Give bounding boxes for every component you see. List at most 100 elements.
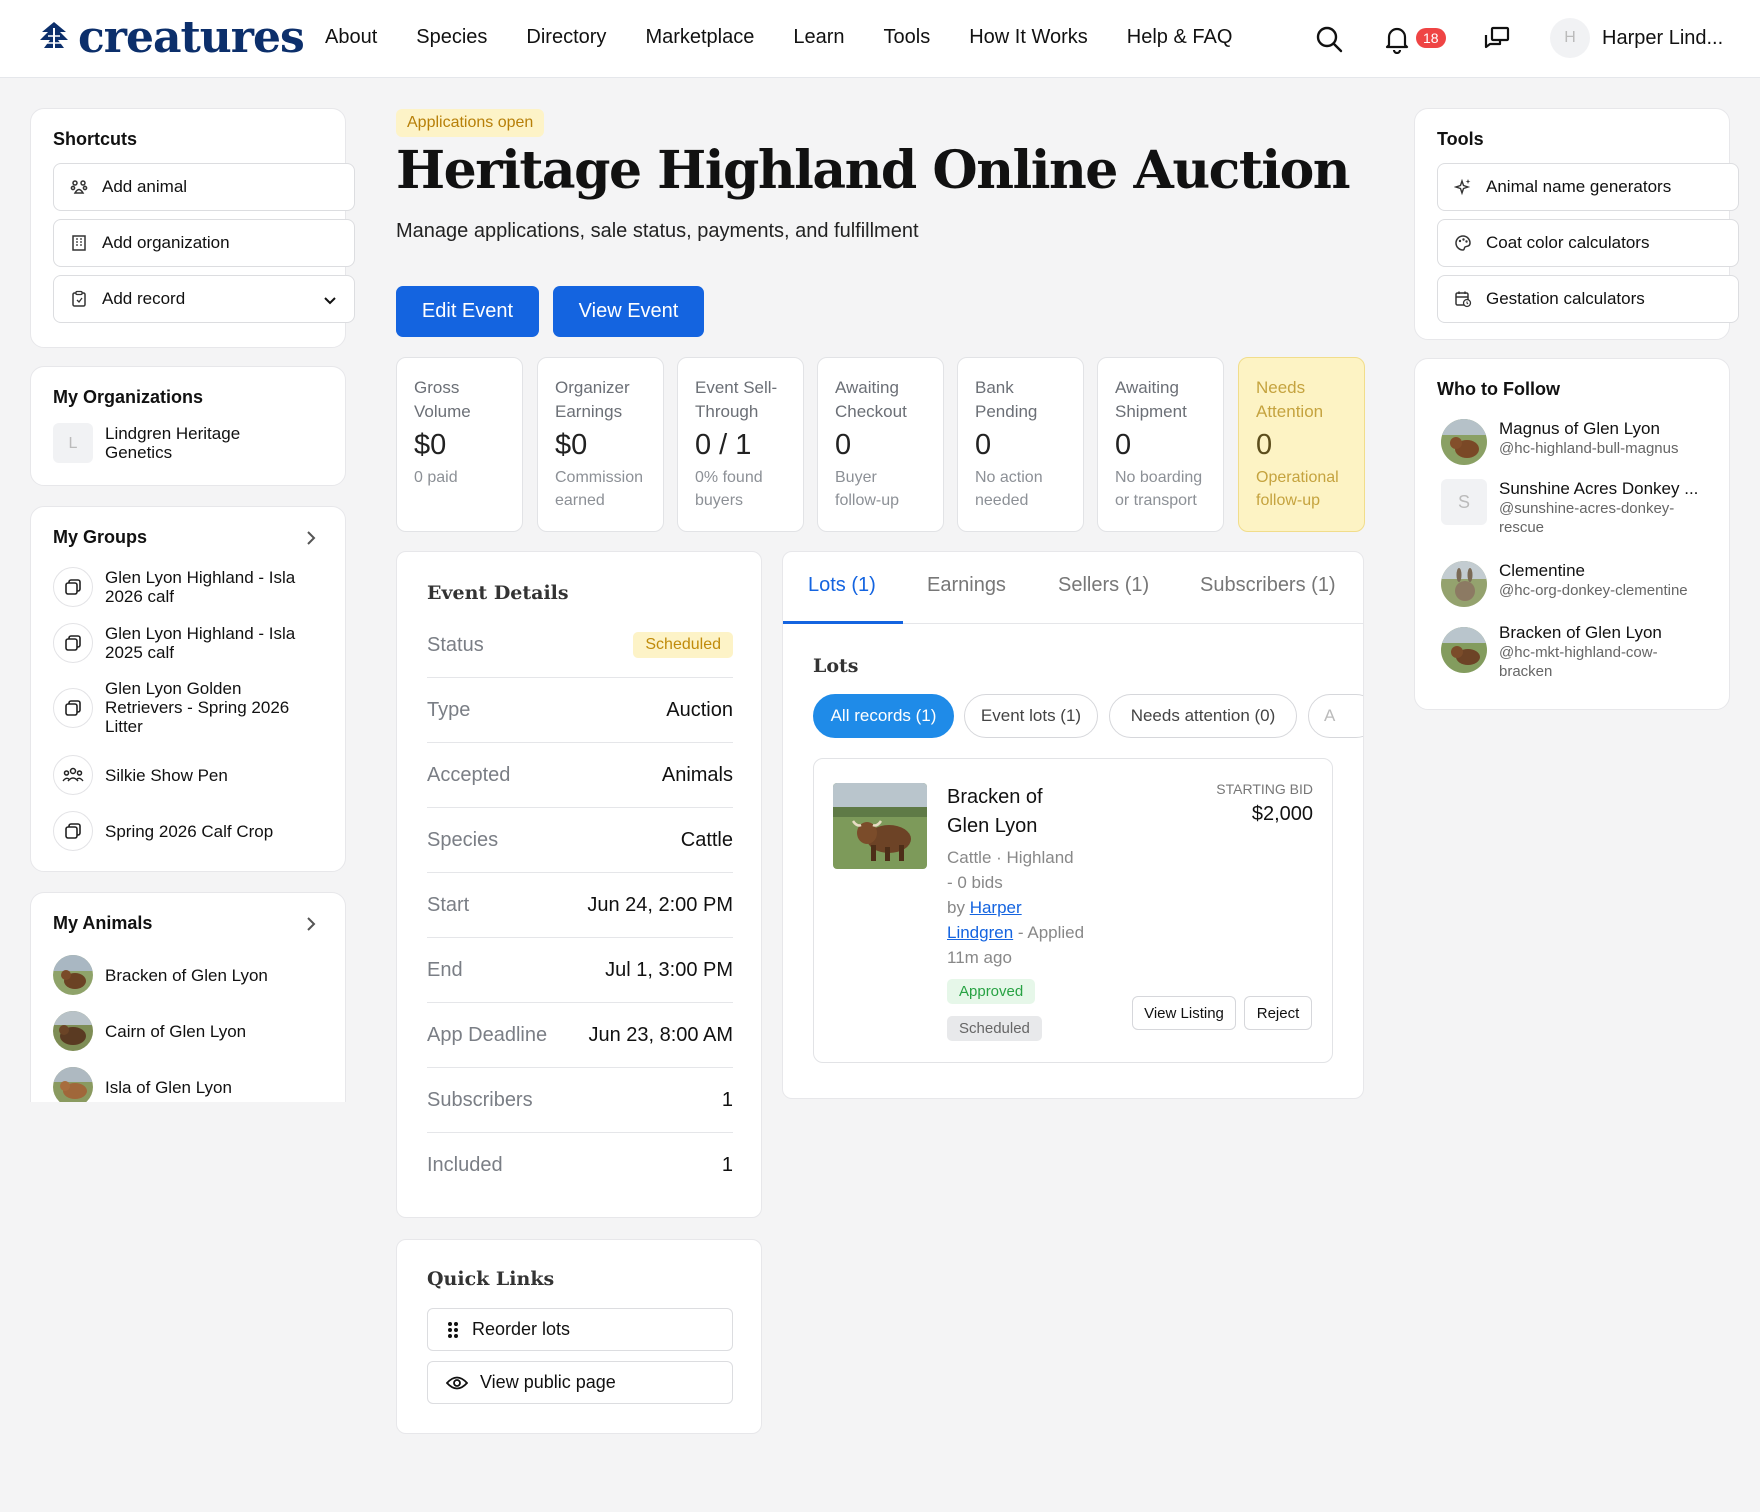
nav-learn[interactable]: Learn <box>793 26 844 49</box>
filter-more[interactable]: A <box>1308 694 1363 738</box>
follow-suggestion[interactable]: Clementine @hc-org-donkey-clementine <box>1441 561 1688 607</box>
main-nav: About Species Directory Marketplace Lear… <box>325 26 1232 49</box>
reorder-lots-button[interactable]: Reorder lots <box>427 1308 733 1351</box>
detail-value: Jul 1, 3:00 PM <box>605 958 733 981</box>
stat-label: Needs Attention <box>1256 378 1324 421</box>
nav-how-it-works[interactable]: How It Works <box>969 26 1088 49</box>
nav-help-faq[interactable]: Help & FAQ <box>1127 26 1233 49</box>
organization-item[interactable]: L Lindgren Heritage Genetics <box>53 423 275 463</box>
nav-marketplace[interactable]: Marketplace <box>645 26 754 49</box>
lot-seller-line: by Harper Lindgren - Applied 11m ago <box>947 895 1087 970</box>
nav-about[interactable]: About <box>325 26 377 49</box>
reorder-lots-label: Reorder lots <box>472 1319 571 1339</box>
detail-value: 1 <box>721 1088 733 1111</box>
follow-suggestion[interactable]: Bracken of Glen Lyon @hc-mkt-highland-co… <box>1441 623 1699 681</box>
reject-button[interactable]: Reject <box>1244 996 1312 1030</box>
detail-value: Animals <box>661 763 733 786</box>
nav-species[interactable]: Species <box>416 26 487 49</box>
my-animals-card: My Animals Bracken of Glen Lyon Cairn of… <box>30 892 346 1102</box>
group-item[interactable]: Silkie Show Pen <box>53 755 315 795</box>
detail-row-included: Included 1 <box>427 1133 733 1198</box>
brand-logo[interactable]: creatures <box>38 12 305 63</box>
lot-bids: - 0 bids <box>947 873 1003 892</box>
group-item[interactable]: Glen Lyon Highland - Isla 2026 calf <box>53 567 315 607</box>
stat-sub: No action needed <box>975 469 1043 509</box>
stat-organizer-earnings: Organizer Earnings $0 Commission earned <box>537 357 664 532</box>
stat-sub: Operational follow-up <box>1256 469 1339 509</box>
stat-sub: 0% found buyers <box>695 469 763 509</box>
group-item[interactable]: Spring 2026 Calf Crop <box>53 811 315 851</box>
group-name: Glen Lyon Golden Retrievers - Spring 202… <box>105 679 290 736</box>
animal-name: Cairn of Glen Lyon <box>105 1021 247 1041</box>
lot-card[interactable]: Bracken of Glen Lyon Cattle · Highland -… <box>813 758 1333 1063</box>
animal-name: Bracken of Glen Lyon <box>105 965 268 985</box>
detail-key: Start <box>427 893 470 916</box>
chevron-right-icon[interactable] <box>303 915 319 933</box>
view-listing-button[interactable]: View Listing <box>1132 996 1236 1030</box>
animal-item[interactable]: Isla of Glen Lyon <box>53 1067 232 1102</box>
my-organizations-card: My Organizations L Lindgren Heritage Gen… <box>30 366 346 486</box>
my-organizations-title: My Organizations <box>53 387 204 407</box>
animal-item[interactable]: Bracken of Glen Lyon <box>53 955 268 995</box>
filter-needs-attention[interactable]: Needs attention (0) <box>1109 694 1297 738</box>
tab-earnings[interactable]: Earnings <box>927 574 1006 597</box>
detail-value: Jun 24, 2:00 PM <box>587 893 733 916</box>
detail-key: Included <box>427 1154 503 1176</box>
animal-item[interactable]: Cairn of Glen Lyon <box>53 1011 246 1051</box>
follow-avatar <box>1441 561 1487 607</box>
detail-key: Species <box>427 828 499 851</box>
detail-row-status: Status Scheduled <box>427 613 733 678</box>
filter-event-lots[interactable]: Event lots (1) <box>964 694 1098 738</box>
detail-key: App Deadline <box>427 1023 548 1046</box>
organization-name: Lindgren Heritage Genetics <box>105 424 241 462</box>
starting-bid-label: STARTING BID <box>1216 781 1313 797</box>
messages-icon[interactable] <box>1482 24 1512 54</box>
group-item[interactable]: Glen Lyon Golden Retrievers - Spring 202… <box>53 679 315 736</box>
add-organization-button[interactable]: Add organization <box>53 219 355 267</box>
user-menu[interactable]: H Harper Lind... <box>1550 18 1723 58</box>
animal-name-generators-button[interactable]: Animal name generators <box>1437 163 1739 211</box>
follow-suggestion[interactable]: S Sunshine Acres Donkey ... @sunshine-ac… <box>1441 479 1699 537</box>
stat-sell-through: Event Sell-Through 0 / 1 0% found buyers <box>677 357 804 532</box>
eye-icon <box>446 1376 468 1389</box>
calendar-clock-icon <box>1455 291 1472 308</box>
lot-name[interactable]: Bracken of Glen Lyon <box>947 783 1077 841</box>
detail-key: Type <box>427 698 471 721</box>
stat-value: 0 / 1 <box>695 429 752 461</box>
view-public-page-button[interactable]: View public page <box>427 1361 733 1404</box>
group-item[interactable]: Glen Lyon Highland - Isla 2025 calf <box>53 623 315 663</box>
coat-color-calculators-label: Coat color calculators <box>1486 233 1650 252</box>
add-animal-button[interactable]: Add animal <box>53 163 355 211</box>
view-event-button[interactable]: View Event <box>553 286 704 337</box>
gestation-calculators-button[interactable]: Gestation calculators <box>1437 275 1739 323</box>
bell-icon[interactable] <box>1382 24 1412 54</box>
stat-value: 0 <box>1115 429 1132 461</box>
chevron-right-icon[interactable] <box>303 529 319 547</box>
tab-subscribers[interactable]: Subscribers (1) <box>1200 574 1336 597</box>
nav-tools[interactable]: Tools <box>884 26 931 49</box>
my-groups-title[interactable]: My Groups <box>53 527 147 548</box>
nav-directory[interactable]: Directory <box>526 26 606 49</box>
view-public-page-label: View public page <box>480 1372 616 1392</box>
shortcuts-title: Shortcuts <box>53 129 138 149</box>
filter-all-records[interactable]: All records (1) <box>813 694 954 738</box>
approved-badge: Approved <box>947 979 1036 1004</box>
follow-suggestion[interactable]: Magnus of Glen Lyon @hc-highland-bull-ma… <box>1441 419 1679 465</box>
page-subtitle: Manage applications, sale status, paymen… <box>396 220 919 242</box>
lots-title: Lots <box>813 655 859 677</box>
edit-event-button[interactable]: Edit Event <box>396 286 539 337</box>
follow-handle: @sunshine-acres-donkey-rescue <box>1499 500 1675 536</box>
search-icon[interactable] <box>1314 24 1344 54</box>
coat-color-calculators-button[interactable]: Coat color calculators <box>1437 219 1739 267</box>
follow-handle: @hc-mkt-highland-cow-bracken <box>1499 644 1658 680</box>
lot-by: by <box>947 898 965 917</box>
stat-value: $0 <box>414 429 447 461</box>
stat-label: Awaiting Shipment <box>1115 378 1187 421</box>
tab-lots[interactable]: Lots (1) <box>808 574 876 597</box>
add-record-button[interactable]: Add record <box>53 275 355 323</box>
lot-photo <box>833 783 927 869</box>
my-animals-title[interactable]: My Animals <box>53 913 152 934</box>
animal-photo <box>53 1011 93 1051</box>
stat-bank-pending: Bank Pending 0 No action needed <box>957 357 1084 532</box>
tab-sellers[interactable]: Sellers (1) <box>1058 574 1149 597</box>
